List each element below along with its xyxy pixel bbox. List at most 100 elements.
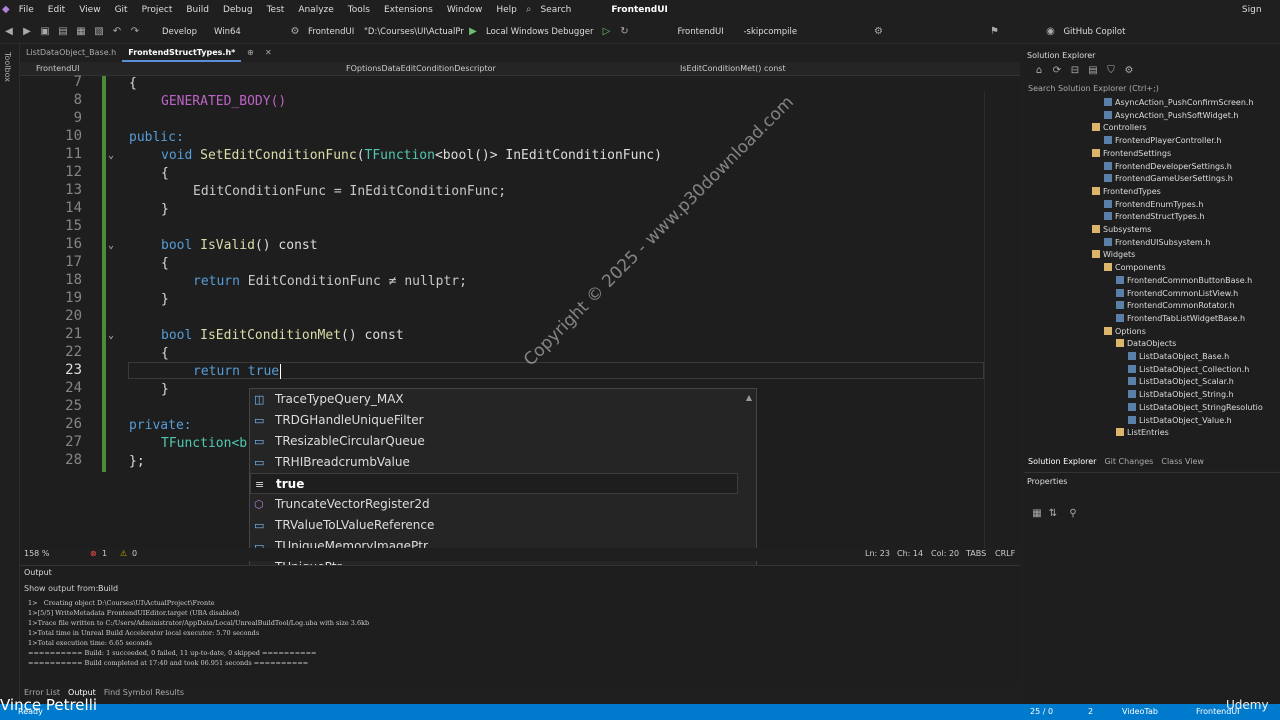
run-without-debug-icon[interactable]: ▷ <box>599 25 613 39</box>
github-copilot-button[interactable]: GitHub Copilot <box>1059 23 1129 41</box>
tab-class-view[interactable]: Class View <box>1157 457 1208 466</box>
save-all-icon[interactable]: ▧ <box>92 25 106 39</box>
tree-folder[interactable]: DataObjects <box>1116 339 1176 348</box>
toolbox-label[interactable]: Toolbox <box>3 52 12 82</box>
bookmark-icon[interactable]: ⚑ <box>987 25 1001 39</box>
close-tab-icon[interactable]: ✕ <box>261 46 275 60</box>
show-all-files-icon[interactable]: ▤ <box>1086 64 1100 78</box>
tree-file[interactable]: AsyncAction_PushSoftWidget.h <box>1104 110 1238 120</box>
undo-icon[interactable]: ↶ <box>110 25 124 39</box>
menu-item-view[interactable]: View <box>72 0 107 20</box>
categorized-icon[interactable]: ▦ <box>1030 507 1044 521</box>
sync-icon[interactable]: ⟳ <box>1050 64 1064 78</box>
tree-file[interactable]: ListDataObject_Base.h <box>1128 352 1229 361</box>
member-nav-dropdown[interactable]: IsEditConditionMet() const <box>676 62 976 76</box>
completion-item[interactable]: ▭ TResizableCircularQueue <box>250 431 738 452</box>
menu-item-edit[interactable]: Edit <box>41 0 72 20</box>
collapse-all-icon[interactable]: ⊟ <box>1068 64 1082 78</box>
pin-icon[interactable]: ⊕ <box>243 46 257 60</box>
menu-item-extensions[interactable]: Extensions <box>377 0 440 20</box>
error-icon[interactable]: ⊗ <box>90 549 97 558</box>
scroll-up-icon[interactable]: ▲ <box>746 393 752 402</box>
warning-count[interactable]: 0 <box>132 549 137 558</box>
search-label[interactable]: Search <box>533 0 578 20</box>
tree-folder[interactable]: Subsystems <box>1092 225 1151 234</box>
menu-item-git[interactable]: Git <box>108 0 135 20</box>
menu-item-file[interactable]: File <box>12 0 41 20</box>
output-source-dropdown[interactable]: Build <box>98 584 248 593</box>
tab-find-symbol-results[interactable]: Find Symbol Results <box>100 688 188 697</box>
platform-dropdown[interactable]: Win64 <box>210 23 286 41</box>
configuration-dropdown[interactable]: Develop <box>158 23 210 41</box>
refresh-icon[interactable]: ↻ <box>617 25 631 39</box>
alphabetical-icon[interactable]: ⇅ <box>1046 507 1060 521</box>
completion-item[interactable]: ◫ TraceTypeQuery_MAX <box>250 389 738 410</box>
play-icon[interactable]: ▶ <box>466 25 480 39</box>
tab-frontendstructtypes[interactable]: FrontendStructTypes.h* <box>122 44 242 62</box>
completion-item[interactable]: ▭ TRDGHandleUniqueFilter <box>250 410 738 431</box>
tree-file[interactable]: FrontendCommonRotator.h <box>1116 301 1235 310</box>
redo-icon[interactable]: ↷ <box>128 25 142 39</box>
tree-file[interactable]: ListDataObject_Scalar.h <box>1128 377 1234 386</box>
menu-item-build[interactable]: Build <box>179 0 216 20</box>
tree-folder[interactable]: Options <box>1104 326 1146 336</box>
open-icon[interactable]: ▤ <box>56 25 70 39</box>
pending-changes[interactable]: 2 <box>1088 707 1093 716</box>
back-icon[interactable]: ◀ <box>2 25 16 39</box>
menu-item-project[interactable]: Project <box>135 0 180 20</box>
tree-folder[interactable]: ListEntries <box>1116 428 1169 437</box>
command-args-field[interactable]: "D:\Courses\UI\ActualProje <box>360 23 464 41</box>
editor-scrollbar[interactable] <box>984 92 1020 548</box>
menu-item-test[interactable]: Test <box>260 0 292 20</box>
tree-file[interactable]: FrontendTabListWidgetBase.h <box>1116 313 1245 323</box>
search-icon[interactable]: ⌕ <box>526 3 532 17</box>
tree-folder[interactable]: FrontendTypes <box>1092 186 1161 196</box>
completion-item[interactable]: ▭ TRHIBreadcrumbValue <box>250 452 738 473</box>
tree-file[interactable]: FrontendPlayerController.h <box>1104 136 1221 145</box>
sign-in-link[interactable]: Sign in <box>1235 0 1269 35</box>
tree-file[interactable]: FrontendStructTypes.h <box>1104 212 1205 221</box>
warning-icon[interactable]: ⚠ <box>120 549 127 558</box>
fold-toggle-icon[interactable]: ⌄ <box>108 330 114 341</box>
save-icon[interactable]: ▦ <box>74 25 88 39</box>
tree-folder[interactable]: FrontendSettings <box>1092 148 1171 158</box>
zoom-level[interactable]: 158 % <box>24 549 49 558</box>
tree-file[interactable]: ListDataObject_String.h <box>1128 390 1234 399</box>
tree-file[interactable]: FrontendGameUserSettings.h <box>1104 174 1233 183</box>
forward-icon[interactable]: ▶ <box>20 25 34 39</box>
tab-solution-explorer[interactable]: Solution Explorer <box>1024 457 1100 466</box>
menu-item-analyze[interactable]: Analyze <box>291 0 340 20</box>
tree-folder[interactable]: Components <box>1104 263 1166 272</box>
tree-file[interactable]: FrontendEnumTypes.h <box>1104 199 1203 209</box>
target-dropdown[interactable]: FrontendUI <box>673 23 739 41</box>
tree-file[interactable]: ListDataObject_StringResolutio <box>1128 402 1263 412</box>
tree-file[interactable]: ListDataObject_Value.h <box>1128 415 1232 425</box>
debugger-button[interactable]: Local Windows Debugger <box>482 23 597 41</box>
new-file-icon[interactable]: ▣ <box>38 25 52 39</box>
menu-item-debug[interactable]: Debug <box>216 0 260 20</box>
tree-file[interactable]: FrontendDeveloperSettings.h <box>1104 161 1232 171</box>
menu-item-window[interactable]: Window <box>440 0 490 20</box>
error-count[interactable]: 1 <box>102 549 107 558</box>
property-pages-icon[interactable]: ⚲ <box>1066 507 1080 521</box>
startup-project-dropdown[interactable]: FrontendUI <box>304 23 360 41</box>
tree-file[interactable]: FrontendUISubsystem.h <box>1104 237 1210 247</box>
fold-toggle-icon[interactable]: ⌄ <box>108 240 114 251</box>
tree-file[interactable]: FrontendCommonListView.h <box>1116 288 1238 298</box>
args-dropdown[interactable]: -skipcompile <box>739 23 869 41</box>
tree-file[interactable]: AsyncAction_PushConfirmScreen.h <box>1104 98 1254 107</box>
repository-name[interactable]: VideoTab <box>1122 707 1158 716</box>
tab-git-changes[interactable]: Git Changes <box>1100 457 1157 466</box>
line-ending[interactable]: CRLF <box>995 549 1015 558</box>
menu-item-help[interactable]: Help <box>489 0 524 20</box>
filter-icon[interactable]: ⛉ <box>1104 64 1118 78</box>
completion-item[interactable]: ⬡ TruncateVectorRegister2d <box>250 494 738 515</box>
indent-mode[interactable]: TABS <box>966 549 986 558</box>
tab-listdataobject-base[interactable]: ListDataObject_Base.h <box>20 44 122 62</box>
git-line-counts[interactable]: 25 / 0 <box>1030 707 1053 716</box>
tree-folder[interactable]: Widgets <box>1092 250 1135 259</box>
tree-folder[interactable]: Controllers <box>1092 123 1147 132</box>
home-icon[interactable]: ⌂ <box>1032 64 1046 78</box>
solution-search-input[interactable]: Search Solution Explorer (Ctrl+;) <box>1028 84 1159 93</box>
settings-icon[interactable]: ⚙ <box>871 25 885 39</box>
